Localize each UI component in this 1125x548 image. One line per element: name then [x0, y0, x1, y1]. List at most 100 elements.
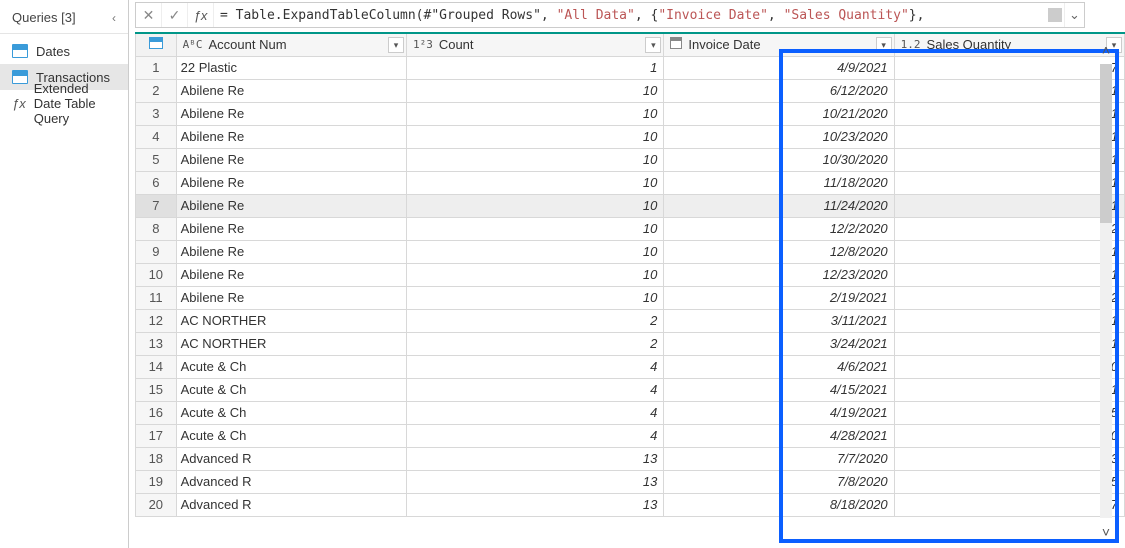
table-row[interactable]: 17Acute & Ch44/28/202110	[136, 424, 1125, 447]
cell-account[interactable]: Abilene Re	[176, 148, 406, 171]
table-row[interactable]: 13AC NORTHER23/24/2021-1	[136, 332, 1125, 355]
cell-date[interactable]: 4/19/2021	[664, 401, 894, 424]
cell-date[interactable]: 4/9/2021	[664, 56, 894, 79]
table-row[interactable]: 8Abilene Re1012/2/20202	[136, 217, 1125, 240]
table-row[interactable]: 16Acute & Ch44/19/202125	[136, 401, 1125, 424]
scroll-track[interactable]	[1100, 64, 1112, 518]
formula-commit-button[interactable]: ✓	[162, 3, 188, 27]
cell-qty[interactable]: 1	[894, 148, 1124, 171]
cell-account[interactable]: Acute & Ch	[176, 378, 406, 401]
row-number[interactable]: 18	[136, 447, 177, 470]
cell-account[interactable]: Advanced R	[176, 470, 406, 493]
column-filter-dropdown[interactable]: ▾	[388, 37, 404, 53]
cell-account[interactable]: Abilene Re	[176, 171, 406, 194]
cell-account[interactable]: Abilene Re	[176, 125, 406, 148]
cell-date[interactable]: 2/19/2021	[664, 286, 894, 309]
cell-date[interactable]: 7/8/2020	[664, 470, 894, 493]
table-row[interactable]: 19Advanced R137/8/20205	[136, 470, 1125, 493]
cell-date[interactable]: 8/18/2020	[664, 493, 894, 516]
scroll-up-icon[interactable]: ˄	[1102, 40, 1110, 60]
cell-date[interactable]: 4/28/2021	[664, 424, 894, 447]
cell-account[interactable]: Abilene Re	[176, 240, 406, 263]
cell-account[interactable]: Abilene Re	[176, 102, 406, 125]
formula-text[interactable]: = Table.ExpandTableColumn(#"Grouped Rows…	[214, 8, 1064, 23]
cell-qty[interactable]: 10	[894, 424, 1124, 447]
cell-qty[interactable]: 3	[894, 447, 1124, 470]
cell-count[interactable]: 10	[406, 125, 663, 148]
cell-date[interactable]: 10/30/2020	[664, 148, 894, 171]
cell-count[interactable]: 10	[406, 171, 663, 194]
cell-date[interactable]: 12/23/2020	[664, 263, 894, 286]
column-header-sales-quantity[interactable]: 1.2Sales Quantity▾	[894, 33, 1124, 56]
cell-count[interactable]: 4	[406, 401, 663, 424]
table-row[interactable]: 10Abilene Re1012/23/20201	[136, 263, 1125, 286]
row-number[interactable]: 14	[136, 355, 177, 378]
cell-count[interactable]: 10	[406, 194, 663, 217]
cell-date[interactable]: 4/15/2021	[664, 378, 894, 401]
table-row[interactable]: 14Acute & Ch44/6/202120	[136, 355, 1125, 378]
table-row[interactable]: 18Advanced R137/7/20203	[136, 447, 1125, 470]
cell-date[interactable]: 7/7/2020	[664, 447, 894, 470]
formula-expand-button[interactable]: ⌄	[1064, 3, 1084, 27]
cell-account[interactable]: Abilene Re	[176, 217, 406, 240]
cell-qty[interactable]: 1	[894, 171, 1124, 194]
cell-account[interactable]: Abilene Re	[176, 286, 406, 309]
cell-date[interactable]: 3/11/2021	[664, 309, 894, 332]
scroll-down-icon[interactable]: ˅	[1102, 522, 1110, 542]
row-number[interactable]: 4	[136, 125, 177, 148]
cell-date[interactable]: 11/24/2020	[664, 194, 894, 217]
row-number[interactable]: 11	[136, 286, 177, 309]
cell-qty[interactable]: 7	[894, 56, 1124, 79]
column-filter-dropdown[interactable]: ▾	[876, 37, 892, 53]
table-row[interactable]: 6Abilene Re1011/18/20201	[136, 171, 1125, 194]
collapse-sidebar-icon[interactable]: ‹	[112, 11, 116, 25]
cell-account[interactable]: Advanced R	[176, 447, 406, 470]
row-number[interactable]: 8	[136, 217, 177, 240]
cell-count[interactable]: 4	[406, 378, 663, 401]
row-number[interactable]: 2	[136, 79, 177, 102]
cell-date[interactable]: 6/12/2020	[664, 79, 894, 102]
table-row[interactable]: 20Advanced R138/18/20207	[136, 493, 1125, 516]
cell-qty[interactable]: 1	[894, 263, 1124, 286]
cell-count[interactable]: 13	[406, 447, 663, 470]
cell-count[interactable]: 10	[406, 79, 663, 102]
cell-qty[interactable]: -1	[894, 332, 1124, 355]
cell-qty[interactable]: 1	[894, 125, 1124, 148]
cell-account[interactable]: AC NORTHER	[176, 309, 406, 332]
cell-count[interactable]: 10	[406, 240, 663, 263]
cell-qty[interactable]: 1	[894, 240, 1124, 263]
cell-account[interactable]: Abilene Re	[176, 194, 406, 217]
formula-cancel-button[interactable]: ✕	[136, 3, 162, 27]
cell-count[interactable]: 10	[406, 217, 663, 240]
row-number[interactable]: 6	[136, 171, 177, 194]
table-row[interactable]: 9Abilene Re1012/8/20201	[136, 240, 1125, 263]
table-row[interactable]: 122 Plastic14/9/20217	[136, 56, 1125, 79]
table-row[interactable]: 3Abilene Re1010/21/20201	[136, 102, 1125, 125]
cell-account[interactable]: Acute & Ch	[176, 424, 406, 447]
table-row[interactable]: 11Abilene Re102/19/2021-2	[136, 286, 1125, 309]
cell-account[interactable]: Acute & Ch	[176, 401, 406, 424]
cell-qty[interactable]: 1	[894, 79, 1124, 102]
cell-date[interactable]: 10/23/2020	[664, 125, 894, 148]
row-number[interactable]: 13	[136, 332, 177, 355]
scroll-thumb[interactable]	[1100, 64, 1112, 223]
row-number[interactable]: 3	[136, 102, 177, 125]
cell-count[interactable]: 13	[406, 493, 663, 516]
cell-count[interactable]: 10	[406, 286, 663, 309]
column-header-account-num[interactable]: AᴮCAccount Num▾	[176, 33, 406, 56]
cell-date[interactable]: 12/2/2020	[664, 217, 894, 240]
table-row[interactable]: 5Abilene Re1010/30/20201	[136, 148, 1125, 171]
row-number[interactable]: 10	[136, 263, 177, 286]
cell-count[interactable]: 2	[406, 309, 663, 332]
query-item-extended-date-table-query[interactable]: ƒxExtended Date Table Query	[0, 90, 128, 116]
cell-date[interactable]: 4/6/2021	[664, 355, 894, 378]
cell-count[interactable]: 4	[406, 424, 663, 447]
row-number[interactable]: 16	[136, 401, 177, 424]
cell-count[interactable]: 10	[406, 148, 663, 171]
table-row[interactable]: 7Abilene Re1011/24/20201	[136, 194, 1125, 217]
cell-account[interactable]: 22 Plastic	[176, 56, 406, 79]
row-number[interactable]: 19	[136, 470, 177, 493]
cell-qty[interactable]: 1	[894, 378, 1124, 401]
row-number[interactable]: 1	[136, 56, 177, 79]
cell-qty[interactable]: 7	[894, 493, 1124, 516]
